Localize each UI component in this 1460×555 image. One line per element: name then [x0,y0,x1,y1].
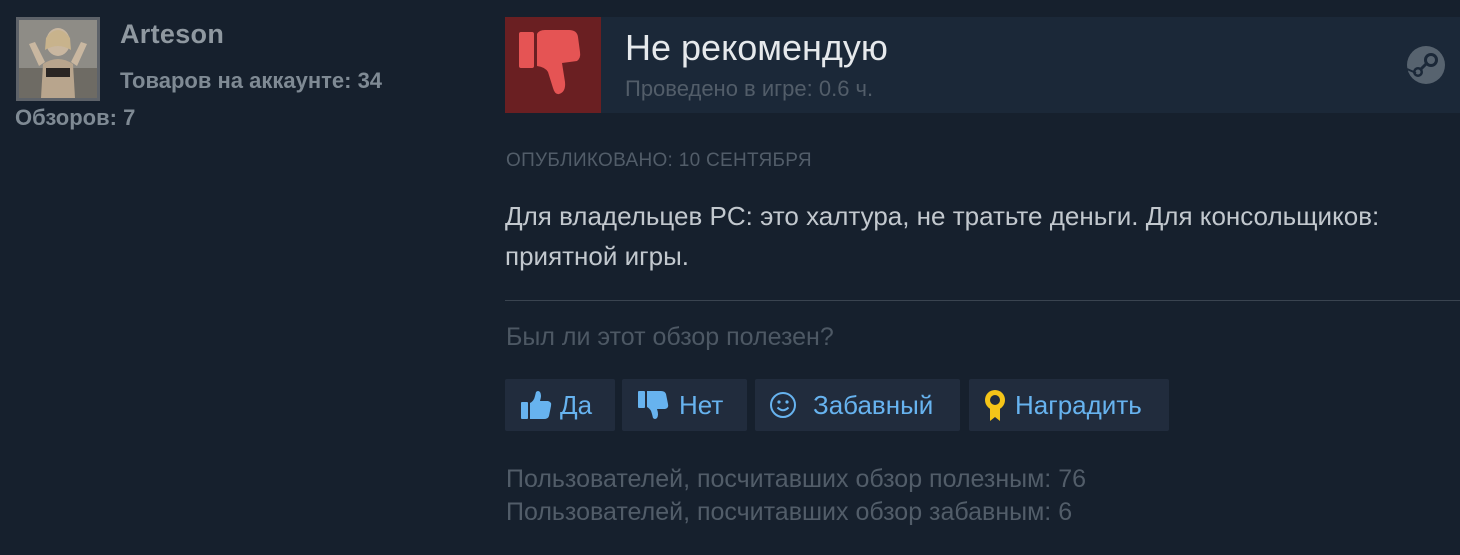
award-label: Наградить [1015,389,1142,420]
vote-no-label: Нет [679,389,724,420]
author-name[interactable]: Arteson [120,19,224,50]
avatar[interactable] [16,17,100,101]
helpful-count: Пользователей, посчитавших обзор полезны… [506,465,1087,493]
divider [505,300,1460,301]
thumbs-down-icon [638,391,669,419]
review-text: Для владельцев PC: это халтура, не трать… [505,201,1380,271]
products-count[interactable]: Товаров на аккаунте: 34 [120,68,382,94]
funny-count: Пользователей, посчитавших обзор забавны… [506,498,1073,526]
smiley-icon [770,392,796,418]
posted-date: Опубликовано: 10 сентября [506,150,812,171]
not-recommended-badge [505,17,601,113]
award-icon [985,390,1005,421]
award-button[interactable]: Наградить [969,379,1169,431]
review-verdict[interactable]: Не рекомендую [625,27,888,69]
vote-yes-label: Да [560,389,593,420]
vote-yes-button[interactable]: Да [505,379,615,431]
helpful-question: Был ли этот обзор полезен? [506,323,834,351]
vote-funny-label: Забавный [813,389,934,420]
reviews-count[interactable]: Обзоров: 7 [15,105,135,131]
thumbs-down-icon [519,30,581,95]
steam-icon [1406,46,1445,84]
playtime: Проведено в игре: 0.6 ч. [625,76,874,101]
thumbs-up-icon [521,391,552,419]
review-header: Не рекомендую Проведено в игре: 0.6 ч. [505,17,1460,113]
vote-funny-button[interactable]: Забавный [755,379,960,431]
vote-no-button[interactable]: Нет [622,379,747,431]
